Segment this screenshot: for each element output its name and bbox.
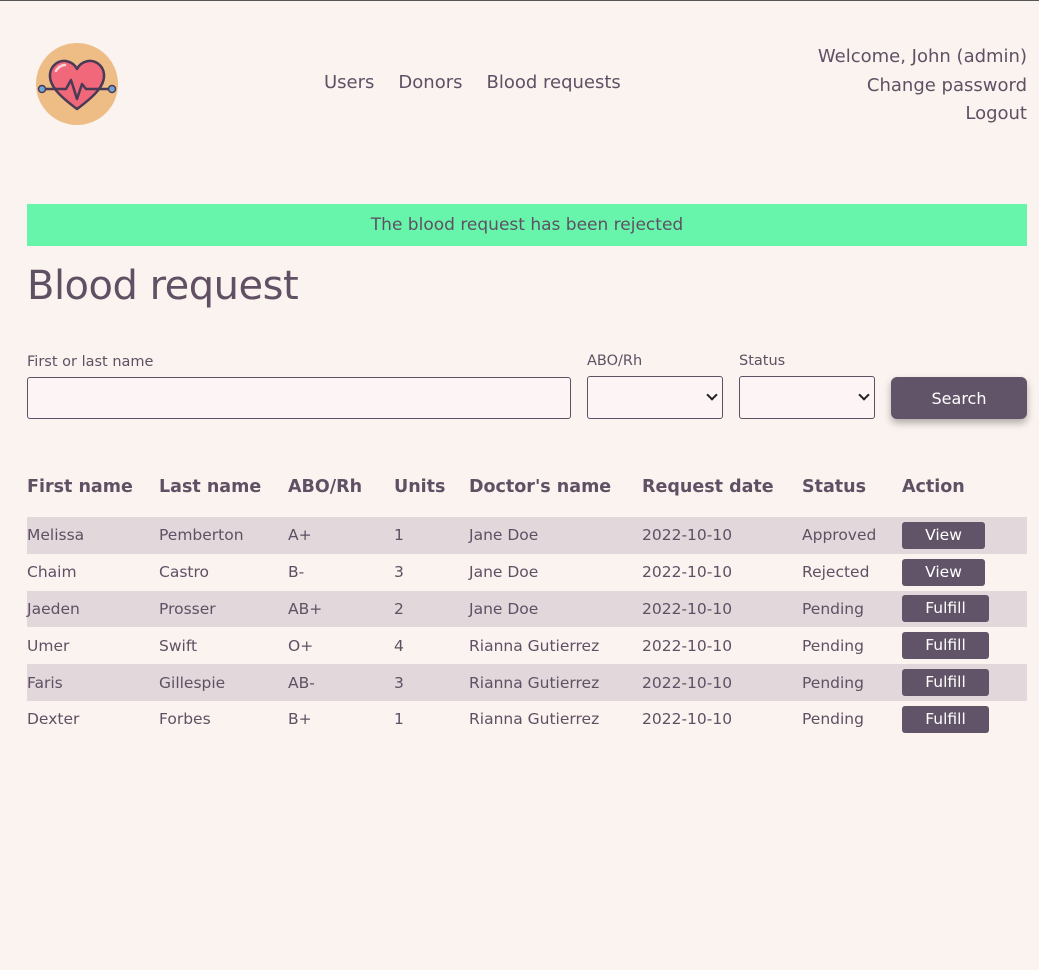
status-filter-label: Status <box>739 353 786 369</box>
col-abo-rh: ABO/Rh <box>288 477 363 497</box>
cell-status: Pending <box>802 710 864 729</box>
cell-date: 2022-10-10 <box>642 636 733 655</box>
col-action: Action <box>902 477 965 497</box>
cell-first-name: Chaim <box>27 563 77 582</box>
nav-donors[interactable]: Donors <box>398 72 462 93</box>
col-first-name: First name <box>27 477 133 497</box>
cell-date: 2022-10-10 <box>642 563 733 582</box>
table-row: Dexter Forbes B+ 1 Rianna Gutierrez 2022… <box>27 701 1027 738</box>
name-filter-label: First or last name <box>27 354 154 370</box>
view-button[interactable]: View <box>902 521 985 549</box>
cell-first-name: Umer <box>27 636 70 655</box>
cell-doctor: Jane Doe <box>469 563 539 582</box>
table-header-row: First name Last name ABO/Rh Units Doctor… <box>27 471 1027 517</box>
table-row: Umer Swift O+ 4 Rianna Gutierrez 2022-10… <box>27 627 1027 664</box>
fulfill-button[interactable]: Fulfill <box>902 595 989 623</box>
cell-last-name: Forbes <box>159 710 211 729</box>
status-select[interactable] <box>739 376 875 419</box>
col-units: Units <box>394 477 446 497</box>
cell-action: Fulfill <box>902 701 1027 738</box>
chevron-down-icon <box>858 389 870 401</box>
cell-last-name: Castro <box>159 563 209 582</box>
cell-date: 2022-10-10 <box>642 599 733 618</box>
cell-action: Fulfill <box>902 627 1027 664</box>
cell-action: View <box>902 554 1027 591</box>
welcome-text: Welcome, John (admin) <box>817 46 1027 67</box>
cell-doctor: Rianna Gutierrez <box>469 636 600 655</box>
page-title: Blood request <box>27 263 299 309</box>
view-button[interactable]: View <box>902 558 985 586</box>
cell-status: Rejected <box>802 563 870 582</box>
col-doctor: Doctor's name <box>469 477 612 497</box>
table-row: Melissa Pemberton A+ 1 Jane Doe 2022-10-… <box>27 517 1027 554</box>
cell-status: Pending <box>802 599 864 618</box>
fulfill-button[interactable]: Fulfill <box>902 632 989 660</box>
col-last-name: Last name <box>159 477 262 497</box>
cell-first-name: Dexter <box>27 710 80 729</box>
cell-units: 4 <box>394 636 404 655</box>
cell-date: 2022-10-10 <box>642 526 733 545</box>
col-request-date: Request date <box>642 477 774 497</box>
table-row: Chaim Castro B- 3 Jane Doe 2022-10-10 Re… <box>27 554 1027 591</box>
cell-abo-rh: B+ <box>288 710 312 729</box>
fulfill-button[interactable]: Fulfill <box>902 669 989 697</box>
cell-abo-rh: B- <box>288 563 305 582</box>
cell-last-name: Pemberton <box>159 526 244 545</box>
cell-date: 2022-10-10 <box>642 673 733 692</box>
cell-first-name: Jaeden <box>27 599 80 618</box>
cell-doctor: Jane Doe <box>469 526 539 545</box>
cell-abo-rh: AB+ <box>288 599 323 618</box>
cell-last-name: Swift <box>159 636 198 655</box>
abo-select[interactable] <box>587 376 723 419</box>
cell-first-name: Melissa <box>27 526 85 545</box>
table-row: Faris Gillespie AB- 3 Rianna Gutierrez 2… <box>27 664 1027 701</box>
user-menu: Welcome, John (admin) Change password Lo… <box>818 43 1027 129</box>
col-status: Status <box>802 477 867 497</box>
success-alert: The blood request has been rejected <box>27 204 1027 246</box>
cell-doctor: Jane Doe <box>469 599 539 618</box>
cell-status: Approved <box>802 526 877 545</box>
cell-units: 2 <box>394 599 404 618</box>
cell-units: 1 <box>394 710 404 729</box>
cell-date: 2022-10-10 <box>642 710 733 729</box>
cell-status: Pending <box>802 636 864 655</box>
cell-doctor: Rianna Gutierrez <box>469 710 600 729</box>
cell-abo-rh: AB- <box>288 673 315 692</box>
main-nav: Users Donors Blood requests <box>324 72 621 93</box>
cell-last-name: Prosser <box>159 599 216 618</box>
cell-status: Pending <box>802 673 864 692</box>
cell-abo-rh: A+ <box>288 526 312 545</box>
table-row: Jaeden Prosser AB+ 2 Jane Doe 2022-10-10… <box>27 590 1027 628</box>
cell-abo-rh: O+ <box>288 636 314 655</box>
name-search-input[interactable] <box>27 377 571 419</box>
cell-units: 3 <box>394 673 404 692</box>
cell-action: View <box>902 517 1027 554</box>
change-password-link[interactable]: Change password <box>818 72 1027 101</box>
nav-users[interactable]: Users <box>324 72 374 93</box>
cell-units: 1 <box>394 526 404 545</box>
abo-filter-label: ABO/Rh <box>587 353 643 369</box>
cell-action: Fulfill <box>902 664 1027 701</box>
blood-request-table: First name Last name ABO/Rh Units Doctor… <box>27 471 1027 738</box>
cell-doctor: Rianna Gutierrez <box>469 673 600 692</box>
chevron-down-icon <box>706 389 718 401</box>
cell-units: 3 <box>394 563 404 582</box>
logout-link[interactable]: Logout <box>818 100 1027 129</box>
search-button[interactable]: Search <box>891 377 1027 419</box>
cell-first-name: Faris <box>27 673 63 692</box>
heart-pulse-logo-icon[interactable] <box>36 43 118 125</box>
nav-blood-requests[interactable]: Blood requests <box>486 72 620 93</box>
fulfill-button[interactable]: Fulfill <box>902 705 989 733</box>
cell-last-name: Gillespie <box>159 673 226 692</box>
cell-action: Fulfill <box>902 591 1027 628</box>
